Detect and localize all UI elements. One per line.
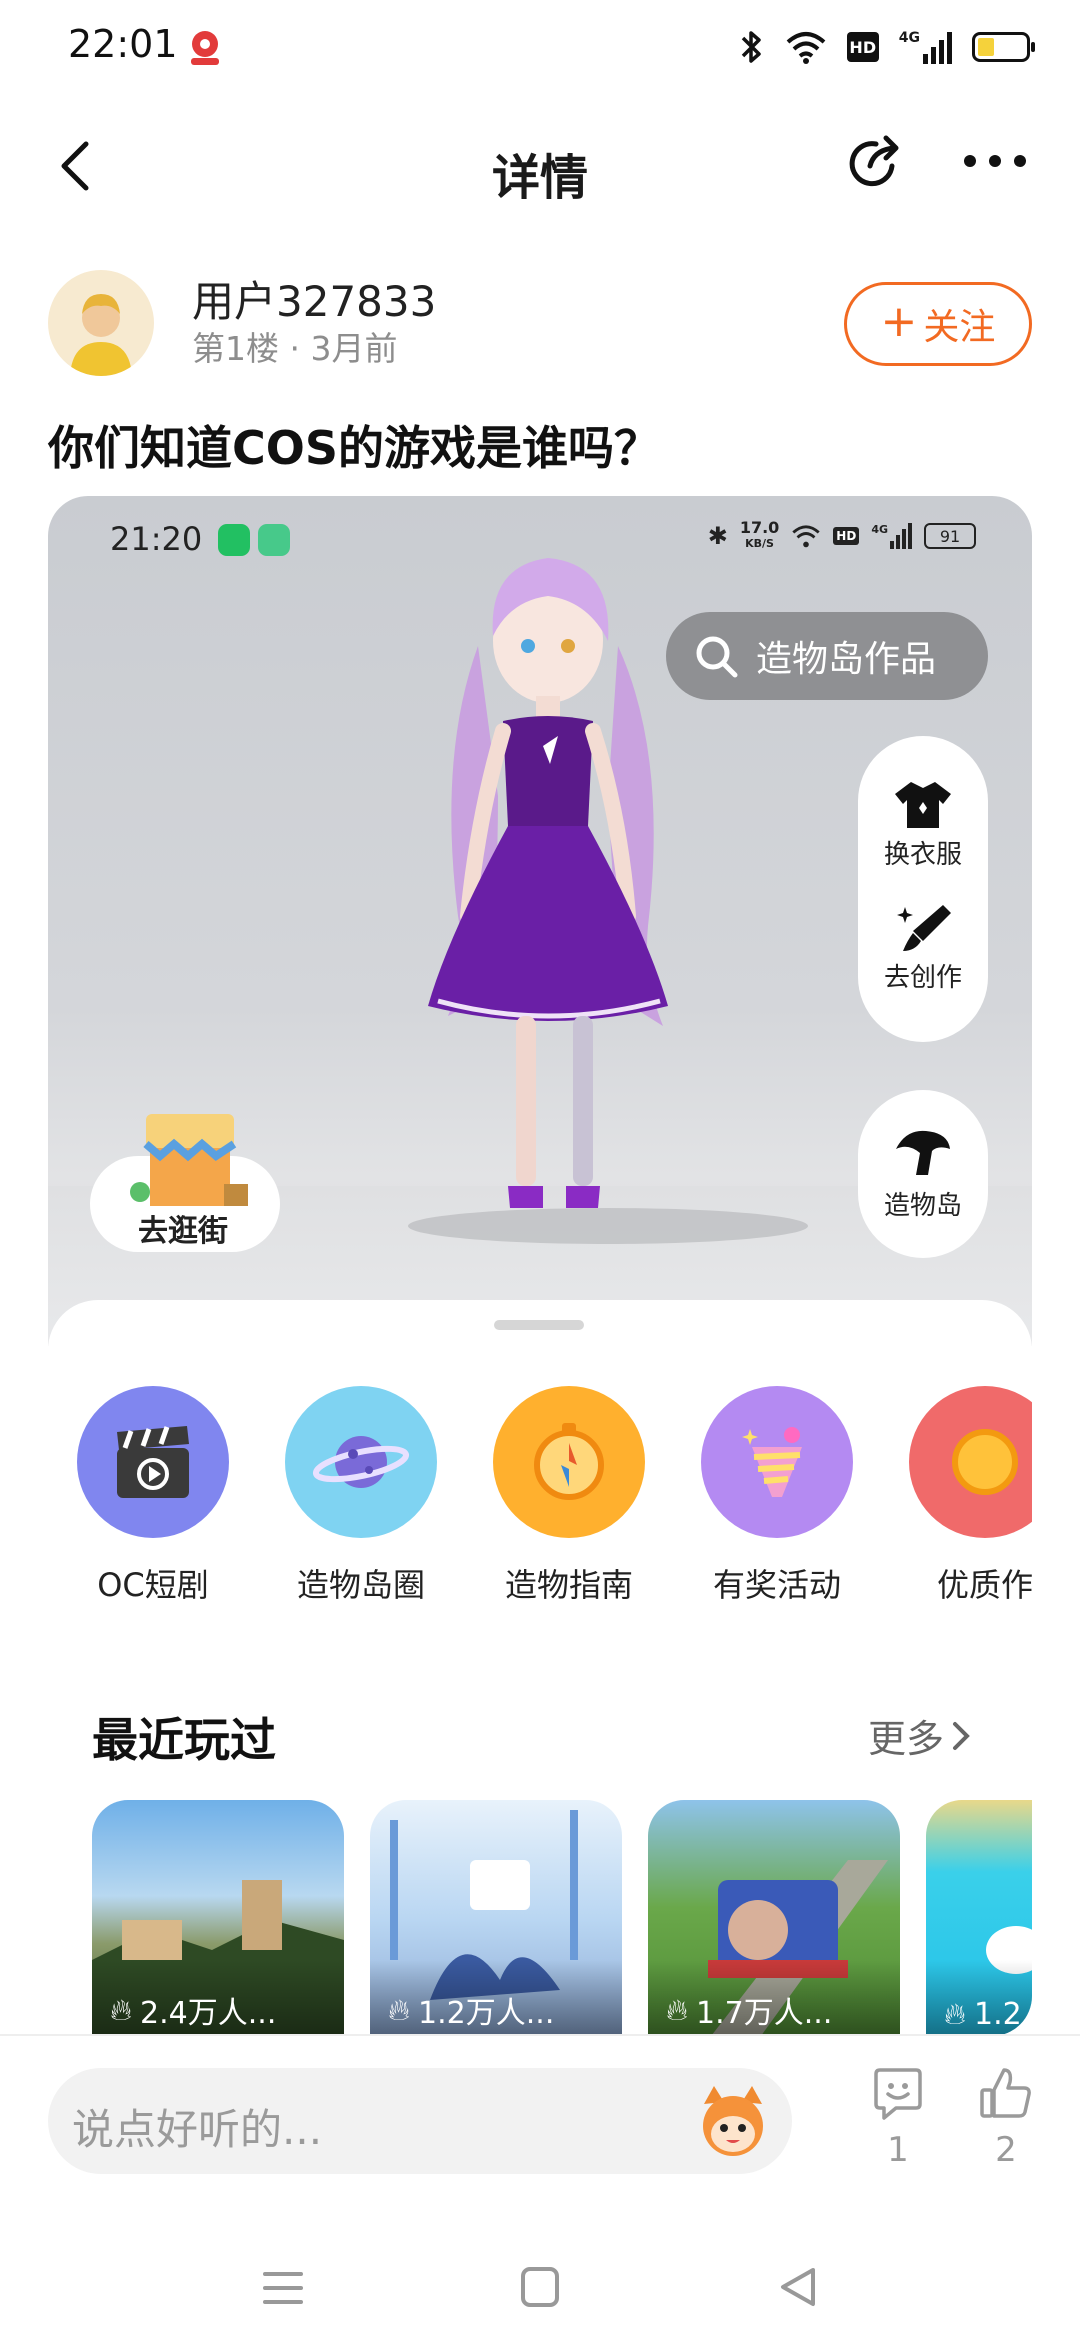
- compass-icon: [534, 1423, 604, 1500]
- category-guide[interactable]: 造物指南: [484, 1386, 654, 1606]
- signal-icon: 4G: [871, 523, 912, 549]
- category-label: 有奖活动: [712, 1566, 841, 1604]
- network-type: 4G: [898, 30, 920, 46]
- menu-icon[interactable]: [262, 2268, 304, 2308]
- follow-button[interactable]: + 关注: [844, 282, 1032, 366]
- wifi-icon: [792, 525, 820, 548]
- comment-bubble-icon: [874, 2068, 922, 2120]
- gift-spiral-icon: [742, 1427, 802, 1497]
- category-oc-drama[interactable]: OC短剧: [68, 1386, 238, 1606]
- recent-game-card[interactable]: 🔥︎ 1.2万人...: [370, 1800, 622, 2036]
- hd-icon: HD: [846, 32, 879, 62]
- thumbs-up-icon: [980, 2068, 1031, 2118]
- paintbrush-sparkle-icon: [896, 905, 951, 951]
- side-actions: 换衣服 去创作: [858, 736, 988, 1042]
- tshirt-icon: [894, 782, 951, 828]
- category-label: 造物岛圈: [296, 1566, 425, 1604]
- recent-game-card[interactable]: 🔥︎ 1.7万人...: [648, 1800, 900, 2036]
- time-ago: 3月前: [310, 329, 398, 368]
- creation-island-button[interactable]: 造物岛: [858, 1090, 988, 1258]
- recent-games-row: 🔥︎ 2.4万人... 🔥︎ 1.2万人... 🔥︎ 1.7万人... 🔥︎ 1…: [48, 1800, 1032, 2036]
- play-count: 1.2: [974, 1997, 1022, 2032]
- home-square-icon[interactable]: [520, 2266, 560, 2308]
- battery-icon: [972, 32, 1035, 62]
- chevron-right-icon: [953, 1721, 970, 1750]
- embedded-status-icons: ✱ 17.0 KB/S HD 4G 91: [708, 520, 976, 552]
- post-meta: 第1楼 · 3月前: [192, 322, 397, 370]
- sheet-handle[interactable]: [494, 1320, 584, 1330]
- play-count: 1.7万人...: [696, 1996, 833, 2031]
- follow-label: 关注: [923, 307, 996, 348]
- flame-icon: 🔥︎: [110, 1992, 133, 2028]
- flame-icon: 🔥︎: [944, 1997, 967, 2032]
- battery-icon: 91: [924, 523, 976, 549]
- create-label: 去创作: [883, 963, 962, 993]
- character-scene: 21:20 ✱ 17.0 KB/S HD 4G 91 造物岛作品 换衣服 去创作…: [48, 496, 1032, 1346]
- flame-icon: 🔥︎: [666, 1992, 689, 2028]
- signal-icon: 4G: [899, 30, 952, 64]
- island-label: 造物岛: [883, 1190, 962, 1221]
- recent-game-card[interactable]: 🔥︎ 1.2: [926, 1800, 1032, 2036]
- mascot-emoji-icon[interactable]: [694, 2082, 772, 2160]
- bluetooth-icon: [741, 31, 761, 63]
- category-rewards[interactable]: 有奖活动: [692, 1386, 862, 1606]
- map-pin-icon: [191, 31, 219, 65]
- recently-played-title: 最近玩过: [92, 1713, 276, 1767]
- island-icon: [896, 1130, 950, 1175]
- recent-game-card[interactable]: 🔥︎ 2.4万人...: [92, 1800, 344, 2036]
- change-outfit-label: 换衣服: [883, 840, 962, 870]
- meta-separator: ·: [289, 329, 311, 368]
- phone-app-icon: [258, 524, 290, 556]
- flame-icon: 🔥︎: [388, 1992, 411, 2028]
- go-shopping-label: 去逛街: [138, 1214, 228, 1249]
- category-row: OC短剧 造物岛圈 造物指南 有奖活动 优质作: [48, 1386, 1032, 1606]
- search-icon: [696, 636, 738, 678]
- medal-icon: [952, 1429, 1018, 1495]
- search-placeholder: 造物岛作品: [756, 639, 937, 680]
- floor-label: 第1楼: [192, 329, 279, 368]
- username[interactable]: 用户327833: [192, 268, 436, 329]
- default-avatar-icon: [70, 294, 132, 376]
- plus-icon: +: [880, 296, 918, 347]
- change-outfit-button[interactable]: 换衣服: [884, 778, 962, 871]
- avatar[interactable]: [48, 270, 154, 376]
- more-link[interactable]: 更多: [868, 1708, 972, 1763]
- category-label: 优质作: [936, 1566, 1032, 1604]
- shop-stall-icon: [130, 1114, 248, 1206]
- wifi-icon: [786, 32, 826, 64]
- divider: [0, 2034, 1080, 2036]
- category-label: 造物指南: [504, 1566, 633, 1604]
- more-options-icon[interactable]: [962, 146, 1028, 176]
- share-icon[interactable]: [842, 132, 906, 196]
- bottom-sheet: OC短剧 造物岛圈 造物指南 有奖活动 优质作 最近玩过 更多 🔥︎ 2.4万人…: [48, 1300, 1032, 2036]
- top-nav: 详情: [0, 110, 1080, 220]
- network-speed: 17.0 KB/S: [739, 518, 780, 551]
- status-time: 22:01: [68, 22, 178, 66]
- back-triangle-icon[interactable]: [778, 2266, 818, 2308]
- hd-icon: HD: [833, 527, 860, 545]
- play-count: 1.2万人...: [418, 1996, 555, 2031]
- island-search[interactable]: 造物岛作品: [666, 612, 988, 700]
- planet-icon: [312, 1436, 410, 1488]
- comment-placeholder: 说点好听的...: [72, 2105, 323, 2154]
- comments-action[interactable]: 1: [858, 2066, 938, 2170]
- post-image[interactable]: 21:20 ✱ 17.0 KB/S HD 4G 91 造物岛作品 换衣服 去创作…: [48, 496, 1032, 2036]
- embedded-status-time: 21:20: [110, 520, 203, 558]
- status-bar: 22:01 HD 4G: [0, 0, 1080, 100]
- page-title: 详情: [491, 150, 588, 206]
- post-title: 你们知道COS的游戏是谁吗？: [48, 421, 660, 475]
- clapperboard-icon: [117, 1426, 189, 1498]
- play-count: 2.4万人...: [140, 1996, 277, 2031]
- category-island-circle[interactable]: 造物岛圈: [276, 1386, 446, 1606]
- category-label: OC短剧: [97, 1566, 209, 1604]
- bluetooth-icon: ✱: [707, 522, 728, 550]
- category-quality-works[interactable]: 优质作: [900, 1386, 1032, 1606]
- iqiyi-app-icon: [218, 524, 250, 556]
- like-count: 2: [995, 2130, 1017, 2170]
- more-label: 更多: [868, 1717, 945, 1761]
- create-button[interactable]: 去创作: [884, 901, 962, 994]
- comment-count: 1: [887, 2130, 909, 2170]
- system-navigation: [0, 2250, 1080, 2340]
- like-action[interactable]: 2: [966, 2066, 1046, 2170]
